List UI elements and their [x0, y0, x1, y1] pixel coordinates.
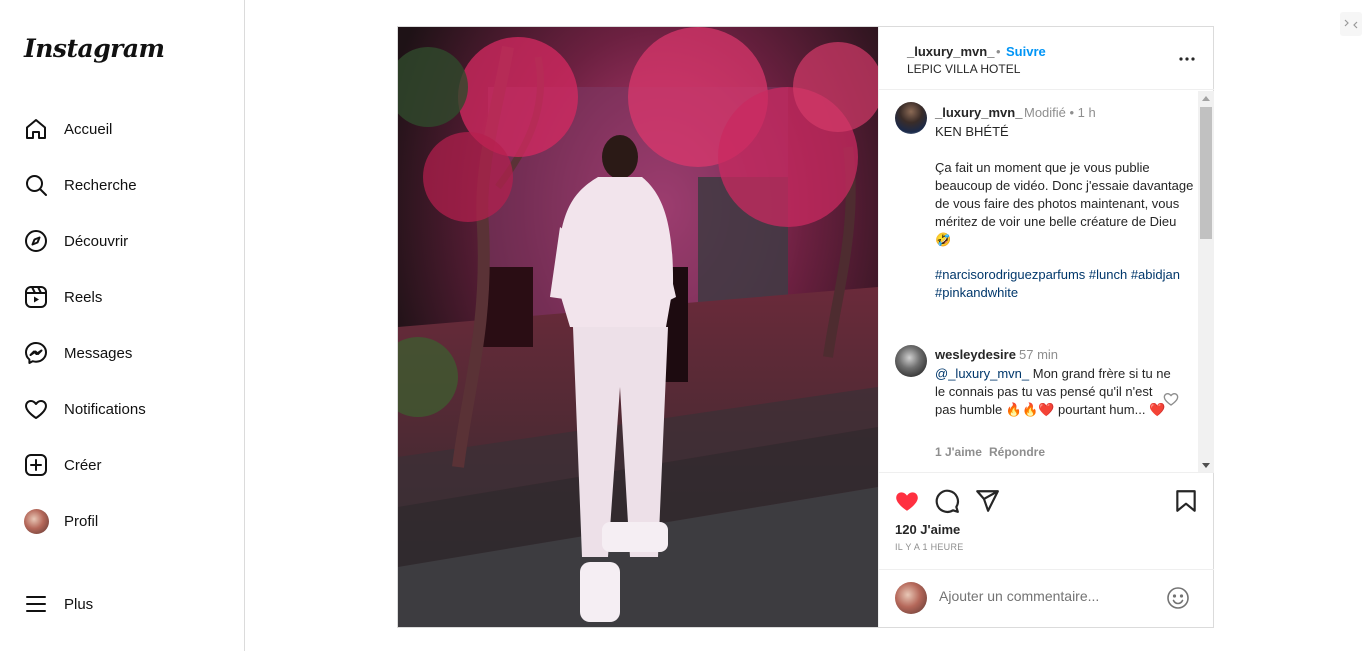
author-avatar[interactable]: [895, 102, 927, 134]
save-bookmark-icon[interactable]: [1173, 488, 1199, 514]
comment-likes[interactable]: 1 J'aime: [935, 445, 982, 459]
comments-list[interactable]: _luxury_mvn_ Modifié • 1 h KEN BHÉTÉ Ça …: [879, 91, 1214, 473]
sidebar-item-label: Profil: [64, 512, 99, 530]
sidebar-item-explore[interactable]: Découvrir: [12, 217, 232, 265]
commenter-avatar[interactable]: [895, 345, 927, 377]
emoji-icon[interactable]: [1166, 586, 1190, 610]
post-time[interactable]: IL Y A 1 HEURE: [895, 542, 964, 552]
like-heart-icon[interactable]: [894, 488, 920, 514]
author-username[interactable]: _luxury_mvn_: [907, 44, 994, 59]
search-icon: [23, 172, 49, 198]
comment-text: @_luxury_mvn_ Mon grand frère si tu ne l…: [935, 365, 1171, 419]
comment-like-heart-icon[interactable]: [1163, 391, 1181, 409]
sidebar-item-messages[interactable]: Messages: [12, 329, 232, 377]
reply-button[interactable]: Répondre: [989, 445, 1045, 459]
messenger-icon: [23, 340, 49, 366]
sidebar-item-label: Accueil: [64, 120, 113, 138]
instagram-logo[interactable]: Instagram: [24, 34, 165, 63]
comment-time: 57 min: [1019, 347, 1059, 362]
comments-scrollbar[interactable]: [1198, 91, 1214, 472]
caption-body: Ça fait un moment que je vous publie bea…: [935, 160, 1194, 247]
caption-meta: Modifié • 1 h: [1024, 105, 1096, 120]
follow-button[interactable]: Suivre: [1006, 44, 1046, 59]
sidebar-item-label: Messages: [64, 344, 133, 362]
reels-icon: [23, 284, 49, 310]
comment-mention[interactable]: @_luxury_mvn_: [935, 366, 1029, 381]
sidebar-item-label: Créer: [64, 456, 102, 474]
caption-title: KEN BHÉTÉ: [935, 124, 1009, 139]
separator-dot: •: [996, 44, 1001, 59]
plus-square-icon: [23, 452, 49, 478]
post-sidebar: _luxury_mvn_ • Suivre LEPIC VILLA HOTEL …: [878, 27, 1214, 627]
avatar: [23, 508, 49, 534]
comment-icon[interactable]: [934, 488, 960, 514]
sidebar-item-notifications[interactable]: Notifications: [12, 385, 232, 433]
sidebar-item-label: Recherche: [64, 176, 137, 194]
sidebar: Instagram Accueil Recherche Découvrir Re…: [0, 0, 245, 651]
scroll-down-arrow-icon[interactable]: [1202, 463, 1210, 468]
post-photo-illustration: [398, 27, 878, 627]
sidebar-item-profile[interactable]: Profil: [12, 497, 232, 545]
sidebar-item-create[interactable]: Créer: [12, 441, 232, 489]
more-options-icon[interactable]: [1175, 47, 1199, 71]
caption-username[interactable]: _luxury_mvn_: [935, 105, 1022, 120]
home-icon: [23, 116, 49, 142]
sidebar-item-label: Reels: [64, 288, 103, 306]
profile-avatar-wrap: [23, 508, 49, 534]
add-comment-input[interactable]: [939, 588, 1159, 604]
post-photo[interactable]: [398, 27, 878, 627]
menu-icon: [23, 591, 49, 617]
comment-username[interactable]: wesleydesire: [935, 347, 1016, 362]
sidebar-item-search[interactable]: Recherche: [12, 161, 232, 209]
compass-icon: [23, 228, 49, 254]
sidebar-item-reels[interactable]: Reels: [12, 273, 232, 321]
share-icon[interactable]: [974, 488, 1000, 514]
extension-widget-icon[interactable]: [1340, 12, 1362, 36]
scroll-up-arrow-icon[interactable]: [1202, 96, 1210, 101]
scroll-thumb[interactable]: [1200, 107, 1212, 239]
sidebar-item-label: Découvrir: [64, 232, 129, 250]
post-actions: [879, 474, 1214, 524]
post-header: _luxury_mvn_ • Suivre LEPIC VILLA HOTEL: [879, 27, 1214, 90]
sidebar-item-home[interactable]: Accueil: [12, 105, 232, 153]
location-link[interactable]: LEPIC VILLA HOTEL: [907, 62, 1020, 76]
sidebar-item-label: Plus: [64, 595, 94, 613]
add-comment-bar: [879, 569, 1214, 627]
heart-icon: [23, 396, 49, 422]
post-dialog: _luxury_mvn_ • Suivre LEPIC VILLA HOTEL …: [397, 26, 1214, 628]
caption-text: KEN BHÉTÉ Ça fait un moment que je vous …: [935, 123, 1195, 249]
viewer-avatar: [895, 582, 927, 614]
sidebar-item-more[interactable]: Plus: [12, 580, 232, 628]
sidebar-item-label: Notifications: [64, 400, 146, 418]
caption-hashtags[interactable]: #narcisorodriguezparfums #lunch #abidjan…: [935, 266, 1195, 302]
likes-count[interactable]: 120 J'aime: [895, 522, 960, 537]
